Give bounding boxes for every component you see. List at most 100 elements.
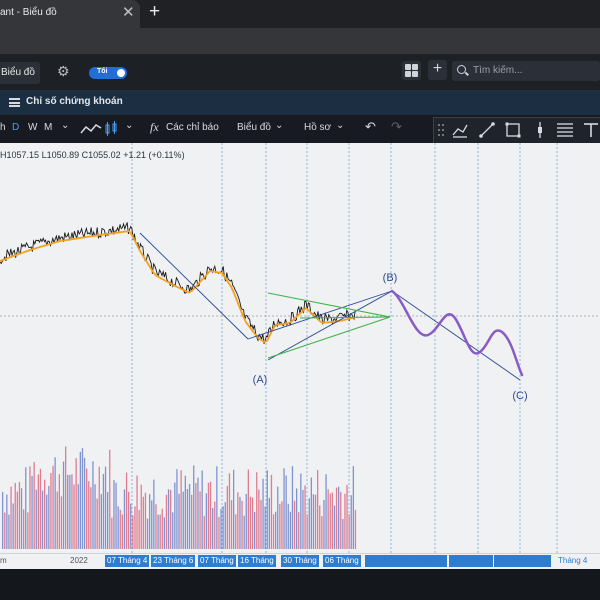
volume-bar [71,474,73,549]
volume-bar [77,484,79,549]
timeframe-chevron-icon[interactable]: ⌄ [61,120,69,131]
chart-canvas[interactable]: (A) (B) (C) [0,143,600,553]
volume-bar [321,516,323,549]
volume-bar [287,503,289,549]
volume-bar [216,466,218,549]
volume-bar [113,480,115,549]
timeframe-w[interactable]: W [28,122,37,133]
volume-bar [146,518,149,549]
volume-bar [73,484,75,549]
volume-bar [279,503,281,549]
volume-bar [256,472,258,549]
volume-bar [56,491,58,549]
search-input[interactable]: Tìm kiếm... [452,61,600,81]
volume-bar [161,508,163,549]
timeframe-d[interactable]: D [12,122,19,133]
projected-wave-path [390,289,524,377]
timeframe-m[interactable]: M [44,122,52,133]
profile-chevron-icon[interactable]: ⌄ [336,120,344,131]
volume-bar [123,489,126,549]
drag-handle-icon[interactable] [437,122,445,138]
undo-icon[interactable]: ↶ [365,119,376,135]
theme-toggle[interactable]: Tối [89,67,127,79]
volume-bar [4,512,6,549]
volume-bar [241,500,243,549]
browser-tab[interactable]: ant - Biểu đồ ✕ [0,0,140,28]
gear-icon[interactable]: ⚙ [57,63,70,80]
time-tick-2: 07 Tháng 4 [105,555,150,567]
tab-title: ant - Biểu đồ [0,7,57,18]
fib-icon[interactable] [556,121,574,139]
chart-menu-chevron-icon[interactable]: ⌄ [275,120,283,131]
time-axis[interactable]: m 2022 07 Tháng 4 23 Tháng 6 07 Tháng 16 Thán… [0,553,600,569]
wave-label-2: (C) [512,390,527,402]
redo-icon[interactable]: ↷ [391,119,402,135]
hamburger-menu-icon[interactable] [9,98,20,107]
multipoint-icon[interactable] [451,121,469,139]
volume-bar [207,482,210,549]
page-title: Chỉ số chứng khoán [26,96,123,107]
volume-bar [291,466,294,549]
volume-bar [272,514,275,549]
time-tick-0: m [0,556,7,565]
time-tick-9: 22 Tháng T [402,555,447,567]
chart-menu-button[interactable]: Biểu đồ [237,122,271,133]
chart-type-chevron-icon[interactable]: ⌄ [125,120,133,131]
wave-channel-line-a [139,232,249,340]
volume-bar [220,508,222,549]
volume-bar [12,503,14,549]
layout-grid-icon[interactable] [402,61,421,80]
close-icon[interactable]: ✕ [122,3,135,21]
new-tab-icon[interactable]: + [149,1,160,23]
triangle-upper-line [267,292,391,318]
volume-bar [289,511,291,549]
volume-bar [83,457,86,549]
volume-bar [23,509,25,549]
candlestick-icon[interactable] [104,121,118,137]
price-chart[interactable]: (A) (B) (C) [0,143,600,553]
volume-bar [46,494,48,549]
volume-bar [277,486,279,549]
volume-bar [29,466,31,549]
volume-bar [245,493,247,549]
volume-bar [136,475,138,549]
volume-bar [121,514,123,549]
rectangle-icon[interactable] [504,121,522,139]
volume-bar [153,479,155,549]
volume-bar [314,494,317,549]
volume-bar [25,467,27,549]
indicators-button[interactable]: Các chỉ báo [166,122,219,133]
volume-bar [199,491,201,549]
volume-bar [249,496,252,549]
text-icon[interactable] [582,121,600,139]
browser-address-bar[interactable] [0,28,600,54]
volume-bar [180,470,182,549]
volume-bar [48,485,50,549]
volume-bar [331,492,333,549]
volume-bar [75,458,77,549]
volume-bar [149,494,151,549]
volume-bar [264,506,266,549]
volume-bar [172,512,174,549]
moving-average-line [0,230,355,343]
ohlc-readout: H1057.15 L1050.89 C1055.02 +1.21 (+0.11%… [0,150,185,160]
profile-button[interactable]: Hồ sơ [304,122,331,133]
line-style-icon[interactable] [80,123,102,135]
time-tick-6: 30 Tháng [281,555,319,567]
volume-bar [222,506,224,549]
volume-bar [58,474,60,549]
add-button[interactable]: + [428,60,447,80]
volume-bar [41,490,44,549]
volume-bar [329,493,331,549]
volume-bar [317,470,319,549]
crosshair-icon[interactable] [531,121,549,139]
volume-bar [201,470,203,549]
volume-bar [16,491,18,549]
volume-bar [8,514,10,549]
volume-bar [270,474,273,549]
ohlc-high: H1057.15 [0,150,40,160]
volume-bar [262,478,264,549]
chart-button[interactable]: Biểu đồ [0,62,40,84]
timeframe-h[interactable]: h [0,122,6,133]
trendline-icon[interactable] [478,121,496,139]
